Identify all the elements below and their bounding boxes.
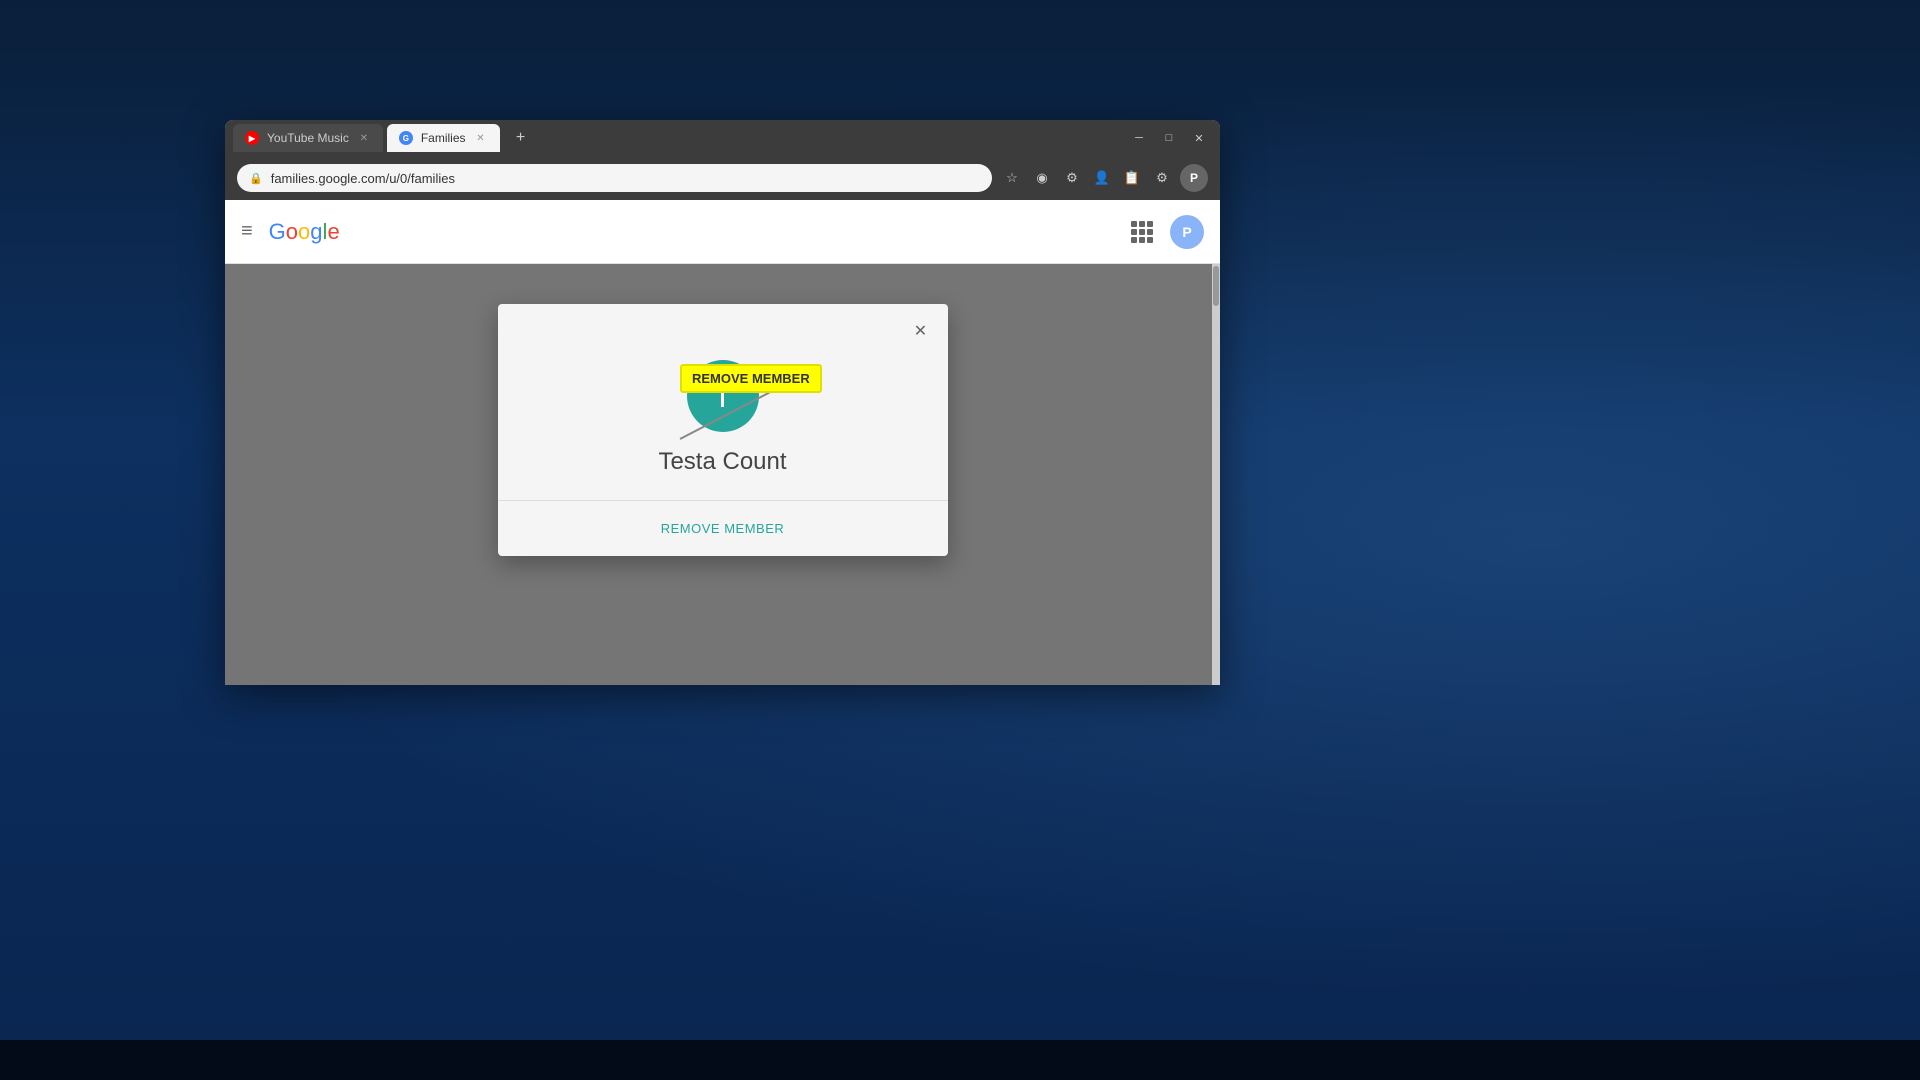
extension-icon-4[interactable]: 📋: [1120, 166, 1144, 190]
bookmark-icon[interactable]: ☆: [1000, 166, 1024, 190]
dialog-close-button[interactable]: ✕: [906, 316, 936, 346]
apps-dot: [1147, 237, 1153, 243]
minimize-button[interactable]: ─: [1126, 128, 1152, 148]
title-bar: ▶ YouTube Music ✕ G Families ✕ + ─ □ ✕: [225, 120, 1220, 156]
tab-youtube-music-label: YouTube Music: [267, 131, 349, 145]
extension-icon-1[interactable]: ◉: [1030, 166, 1054, 190]
tab-families-label: Families: [421, 131, 466, 145]
scrollbar-thumb[interactable]: [1213, 266, 1219, 306]
logo-g: G: [269, 219, 286, 244]
dialog-footer: REMOVE MEMBER: [498, 501, 948, 556]
user-avatar[interactable]: P: [1170, 215, 1204, 249]
address-bar-area: 🔒 families.google.com/u/0/families ☆ ◉ ⚙…: [225, 156, 1220, 200]
logo-e: e: [327, 219, 339, 244]
member-dialog: ✕ T Testa Count REMOVE MEMBER: [498, 304, 948, 556]
tab-families[interactable]: G Families ✕: [387, 124, 500, 152]
new-tab-button[interactable]: +: [508, 125, 534, 151]
maximize-button[interactable]: □: [1156, 128, 1182, 148]
logo-o2: o: [298, 219, 310, 244]
member-avatar: T: [687, 360, 759, 432]
apps-dot: [1131, 229, 1137, 235]
apps-dot: [1147, 221, 1153, 227]
tab-youtube-music-close[interactable]: ✕: [357, 131, 371, 145]
apps-dot: [1139, 229, 1145, 235]
google-header: ≡ Google: [225, 200, 1220, 264]
youtube-favicon: ▶: [245, 131, 259, 145]
google-apps-icon[interactable]: [1126, 216, 1158, 248]
member-name: Testa Count: [658, 448, 786, 476]
hamburger-menu-icon[interactable]: ≡: [241, 220, 253, 243]
logo-g2: g: [310, 219, 322, 244]
dialog-header: ✕: [498, 304, 948, 344]
url-text: families.google.com/u/0/families: [271, 171, 455, 186]
extension-icon-3[interactable]: 👤: [1090, 166, 1114, 190]
scrollbar[interactable]: [1212, 264, 1220, 685]
apps-dot: [1131, 237, 1137, 243]
families-favicon: G: [399, 131, 413, 145]
browser-profile-button[interactable]: P: [1180, 164, 1208, 192]
taskbar: [0, 1040, 1920, 1080]
apps-dot: [1131, 221, 1137, 227]
remove-member-button[interactable]: REMOVE MEMBER: [649, 513, 797, 544]
logo-o1: o: [286, 219, 298, 244]
address-bar[interactable]: 🔒 families.google.com/u/0/families: [237, 164, 992, 192]
apps-dot: [1147, 229, 1153, 235]
browser-window: ▶ YouTube Music ✕ G Families ✕ + ─ □ ✕ 🔒…: [225, 120, 1220, 685]
lock-icon: 🔒: [249, 172, 263, 185]
apps-dot: [1139, 237, 1145, 243]
extension-icon-2[interactable]: ⚙: [1060, 166, 1084, 190]
apps-dot: [1139, 221, 1145, 227]
google-logo: Google: [269, 219, 340, 245]
browser-profile-initial: P: [1190, 171, 1198, 185]
apps-grid: [1131, 221, 1153, 243]
toolbar-icons: ☆ ◉ ⚙ 👤 📋 ⚙ P: [1000, 164, 1208, 192]
close-button[interactable]: ✕: [1186, 128, 1212, 148]
window-controls: ─ □ ✕: [1126, 128, 1212, 148]
dialog-body: T Testa Count: [498, 344, 948, 500]
extension-icon-5[interactable]: ⚙: [1150, 166, 1174, 190]
tab-youtube-music[interactable]: ▶ YouTube Music ✕: [233, 124, 383, 152]
header-right: P: [1126, 215, 1204, 249]
page-overlay: ✕ T Testa Count REMOVE MEMBER REMOVE MEM…: [225, 264, 1220, 685]
tab-families-close[interactable]: ✕: [474, 131, 488, 145]
page-content: ≡ Google: [225, 200, 1220, 685]
